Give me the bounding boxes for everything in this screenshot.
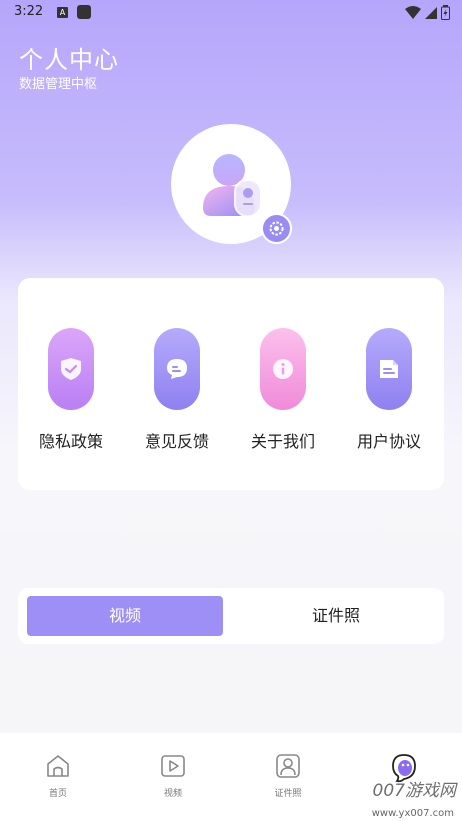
status-icons [405, 5, 450, 20]
menu-pill-feedback [154, 328, 200, 410]
chat-bubble-icon [167, 359, 187, 379]
page-title: 个人中心 [19, 46, 119, 74]
wifi-icon [405, 5, 421, 19]
bottom-nav: 首页 视频 证件照 007游戏网 www.yx007.com [0, 733, 462, 821]
nav-label: 首页 [48, 789, 67, 799]
notification-a-icon: A [57, 7, 68, 18]
document-icon [380, 360, 398, 378]
nav-item-home[interactable]: 首页 [23, 753, 93, 803]
notification-square-icon [77, 5, 91, 19]
menu-card: 隐私政策 意见反馈 关于我们 用户协议 [18, 278, 444, 490]
menu-label: 关于我们 [250, 432, 315, 451]
menu-pill-privacy [48, 328, 94, 410]
menu-label: 隐私政策 [38, 432, 103, 451]
menu-pill-about [260, 328, 306, 410]
nav-label: 视频 [163, 789, 182, 799]
home-icon [47, 755, 69, 777]
menu-item-user-agreement[interactable]: 用户协议 [344, 328, 434, 458]
tab-id-photo[interactable]: 证件照 [238, 596, 434, 636]
watermark-url: www.yx007.com [371, 808, 454, 819]
menu-label: 意见反馈 [144, 432, 209, 451]
status-time: 3:22 [14, 4, 44, 19]
gear-icon [269, 221, 284, 236]
tab-bar: 视频 证件照 [18, 588, 444, 644]
shield-check-icon [61, 358, 81, 380]
watermark: 007游戏网 [372, 781, 456, 801]
nav-item-video[interactable]: 视频 [138, 753, 208, 803]
video-icon [161, 755, 185, 777]
menu-pill-agreement [366, 328, 412, 410]
tab-video[interactable]: 视频 [27, 596, 223, 636]
menu-item-about-us[interactable]: 关于我们 [238, 328, 328, 458]
nav-label: 证件照 [274, 789, 302, 799]
battery-icon [441, 5, 450, 20]
signal-icon [425, 6, 437, 19]
nav-item-id-photo[interactable]: 证件照 [253, 753, 323, 803]
menu-item-privacy-policy[interactable]: 隐私政策 [26, 328, 116, 458]
page-subtitle: 数据管理中枢 [19, 77, 98, 92]
menu-item-feedback[interactable]: 意见反馈 [132, 328, 222, 458]
status-bar: 3:22 A [0, 0, 462, 26]
menu-label: 用户协议 [356, 432, 421, 451]
avatar-settings-button[interactable] [261, 213, 292, 244]
id-photo-icon [276, 754, 300, 778]
info-icon [273, 359, 293, 379]
